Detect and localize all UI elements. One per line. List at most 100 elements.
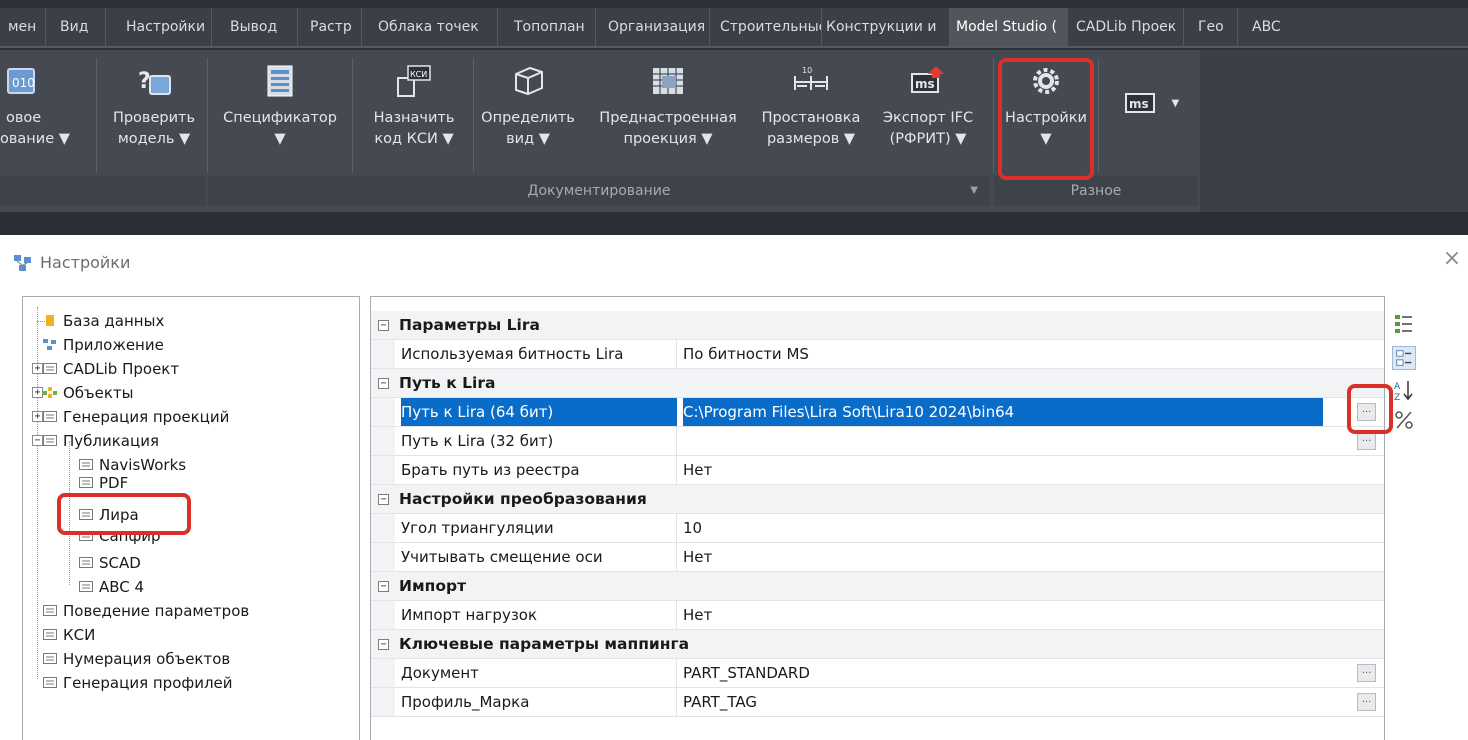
- tree-item-object-numbering[interactable]: Нумерация объектов: [43, 647, 230, 671]
- tree-expand-toggle[interactable]: +: [32, 387, 43, 398]
- ribbon-panel-empty: [1200, 50, 1468, 212]
- category-collapse-toggle[interactable]: −: [378, 494, 389, 505]
- numbering-button[interactable]: 010 овое ование ▼: [0, 64, 94, 194]
- tab-point-clouds[interactable]: Облака точек: [364, 8, 498, 46]
- property-value[interactable]: Нет: [683, 543, 1323, 571]
- specifier-label1: Спецификатор: [223, 110, 337, 126]
- category-title: Ключевые параметры маппинга: [399, 635, 690, 653]
- tree-item-label: Объекты: [63, 384, 134, 402]
- property-row[interactable]: Профиль_Марка PART_TAG ...: [371, 688, 1384, 717]
- dimensioning-label1: Простановка: [761, 110, 861, 126]
- alphabetical-icon[interactable]: [1392, 346, 1416, 370]
- preset-projection-icon: [653, 68, 683, 94]
- property-row[interactable]: Угол триангуляции 10: [371, 514, 1384, 543]
- property-row[interactable]: Используемая битность Lira По битности M…: [371, 340, 1384, 369]
- property-name: Профиль_Марка: [401, 688, 677, 716]
- tab-topoplan[interactable]: Топоплан: [500, 8, 596, 46]
- close-icon[interactable]: ×: [1440, 247, 1464, 271]
- property-value[interactable]: C:\Program Files\Lira Soft\Lira10 2024\b…: [683, 398, 1323, 426]
- tab-construction[interactable]: Строительные: [712, 8, 822, 46]
- list-icon: [43, 629, 57, 640]
- tree-item-pdf[interactable]: PDF: [79, 475, 128, 491]
- tree-item-application[interactable]: Приложение: [43, 333, 164, 357]
- property-row[interactable]: Документ PART_STANDARD ...: [371, 659, 1384, 688]
- tree-expand-toggle[interactable]: +: [32, 411, 43, 422]
- property-pages-icon[interactable]: [1392, 408, 1416, 432]
- tab-view[interactable]: Вид: [48, 8, 106, 46]
- property-row-selected[interactable]: Путь к Lira (64 бит) C:\Program Files\Li…: [371, 398, 1384, 427]
- check-model-button[interactable]: ? Проверить модель ▼: [104, 64, 204, 194]
- dimensioning-button[interactable]: 10 Простановка размеров ▼: [752, 64, 870, 194]
- property-name: Учитывать смещение оси: [401, 543, 677, 571]
- property-row[interactable]: Путь к Lira (32 бит) ...: [371, 427, 1384, 456]
- property-row[interactable]: Учитывать смещение оси Нет: [371, 543, 1384, 572]
- row-gutter: [371, 688, 395, 716]
- tab-organization[interactable]: Организация: [598, 8, 710, 46]
- tree-item-parameter-behavior[interactable]: Поведение параметров: [43, 599, 249, 623]
- list-icon: [79, 581, 93, 592]
- tab-abc[interactable]: ABC: [1240, 8, 1302, 46]
- export-ifc-button[interactable]: ms Экспорт IFC (РФРИТ) ▼: [870, 64, 986, 194]
- sort-az-icon[interactable]: A Z: [1392, 378, 1416, 402]
- browse-button[interactable]: ...: [1357, 664, 1376, 682]
- group-expand-icon[interactable]: ▼: [970, 176, 978, 206]
- browse-button[interactable]: ...: [1357, 432, 1376, 450]
- tab-geo[interactable]: Гео: [1186, 8, 1238, 46]
- tree-item-label: SCAD: [99, 554, 141, 572]
- tab-model-studio[interactable]: Model Studio (: [950, 8, 1068, 46]
- property-row[interactable]: Импорт нагрузок Нет: [371, 601, 1384, 630]
- category-lira-path[interactable]: − Путь к Lira: [371, 369, 1384, 398]
- property-value[interactable]: Нет: [683, 601, 1323, 629]
- tab-settings[interactable]: Настройки: [108, 8, 212, 46]
- preset-projection-button[interactable]: Преднастроенная проекция ▼: [586, 64, 750, 194]
- tree-item-label: Приложение: [63, 336, 164, 354]
- property-value[interactable]: PART_TAG: [683, 688, 1323, 716]
- category-lira-params[interactable]: − Параметры Lira: [371, 311, 1384, 340]
- tab-structures[interactable]: Конструкции и: [822, 8, 950, 46]
- category-collapse-toggle[interactable]: −: [378, 581, 389, 592]
- tree-item-ksi[interactable]: КСИ: [43, 623, 95, 647]
- tree-item-projection-generation[interactable]: Генерация проекций: [43, 405, 229, 429]
- assign-ksi-button[interactable]: КСИ Назначить код КСИ ▼: [356, 64, 472, 194]
- tree-expand-toggle[interactable]: +: [32, 363, 43, 374]
- category-mapping-keys[interactable]: − Ключевые параметры маппинга: [371, 630, 1384, 659]
- browse-button[interactable]: ...: [1357, 693, 1376, 711]
- tab-raster[interactable]: Растр: [300, 8, 362, 46]
- category-import[interactable]: − Импорт: [371, 572, 1384, 601]
- define-view-icon: [515, 66, 543, 96]
- row-gutter: [371, 601, 395, 629]
- tab-cadlib-project[interactable]: CADLib Проек: [1068, 8, 1184, 46]
- define-view-button[interactable]: Определить вид ▼: [472, 64, 584, 194]
- tree-item-scad[interactable]: SCAD: [79, 551, 141, 575]
- property-value[interactable]: PART_STANDARD: [683, 659, 1323, 687]
- category-collapse-toggle[interactable]: −: [378, 320, 389, 331]
- tree-item-label: КСИ: [63, 626, 96, 644]
- list-icon: [43, 363, 57, 374]
- tab-mena[interactable]: мен: [0, 8, 46, 46]
- category-conversion-settings[interactable]: − Настройки преобразования: [371, 485, 1384, 514]
- tree-item-profile-generation[interactable]: Генерация профилей: [43, 671, 233, 695]
- category-title: Настройки преобразования: [399, 490, 647, 508]
- tree-item-navisworks[interactable]: NavisWorks: [79, 453, 186, 477]
- category-collapse-toggle[interactable]: −: [378, 378, 389, 389]
- export-ifc-label1: Экспорт IFC: [882, 110, 974, 126]
- property-value[interactable]: Нет: [683, 456, 1323, 484]
- tab-output[interactable]: Вывод: [214, 8, 298, 46]
- tree-collapse-toggle[interactable]: −: [32, 435, 43, 446]
- highlight-browse-button: [1347, 384, 1393, 434]
- tree-item-objects[interactable]: Объекты: [43, 381, 134, 405]
- tree-item-database[interactable]: База данных: [37, 309, 164, 333]
- property-name: Документ: [401, 659, 677, 687]
- group-documenting: Документирование ▼: [208, 176, 990, 206]
- svg-text:A: A: [1394, 382, 1401, 392]
- tree-item-cadlib-project[interactable]: CADLib Проект: [43, 357, 179, 381]
- specifier-button[interactable]: Спецификатор ▼: [212, 64, 348, 194]
- property-value[interactable]: По битности MS: [683, 340, 1323, 368]
- tree-item-abc4[interactable]: ABC 4: [79, 575, 144, 599]
- tree-item-publication[interactable]: Публикация: [43, 429, 159, 453]
- category-collapse-toggle[interactable]: −: [378, 639, 389, 650]
- dimensioning-label2: размеров ▼: [766, 131, 856, 147]
- categorized-icon[interactable]: [1392, 312, 1416, 336]
- property-value[interactable]: 10: [683, 514, 1323, 542]
- property-row[interactable]: Брать путь из реестра Нет: [371, 456, 1384, 485]
